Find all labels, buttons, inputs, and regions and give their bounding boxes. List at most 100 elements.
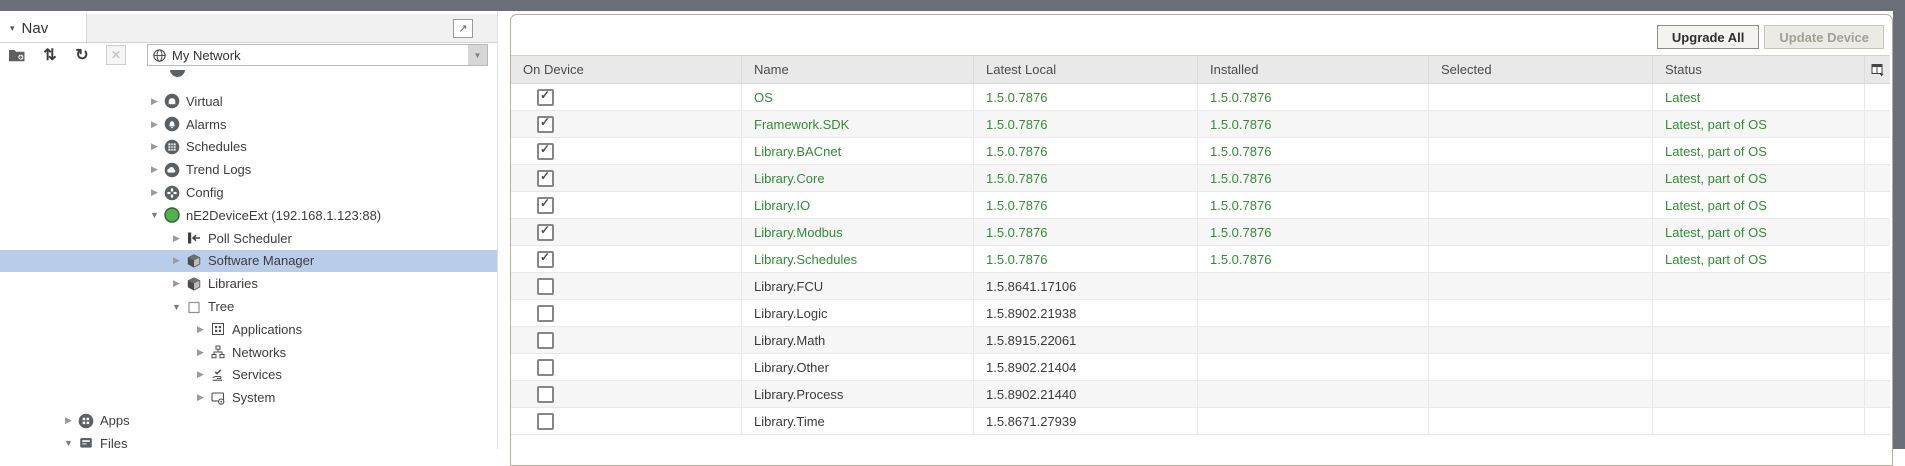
- on-device-checkbox[interactable]: [537, 413, 554, 430]
- chevron-down-icon[interactable]: ▼: [468, 45, 487, 65]
- table-row[interactable]: Library.Time1.5.8671.27939: [511, 408, 1890, 435]
- tree-item-libraries[interactable]: ▶ Libraries: [0, 272, 497, 295]
- tree-item-services[interactable]: ▶ Services: [0, 364, 497, 387]
- tree-item-label: nE2DeviceExt (192.168.1.123:88): [186, 208, 381, 223]
- tree-item-networks[interactable]: ▶Networks: [0, 341, 497, 364]
- sort-arrows-icon[interactable]: ⇅: [40, 45, 60, 65]
- tree-item-system[interactable]: ▶System: [0, 386, 497, 409]
- expand-arrow-icon[interactable]: ▶: [194, 369, 207, 380]
- column-header-status[interactable]: Status: [1653, 56, 1865, 83]
- selected-cell: [1429, 84, 1653, 110]
- table-row[interactable]: Library.Other1.5.8902.21404: [511, 354, 1890, 381]
- column-header-latest-local[interactable]: Latest Local: [974, 56, 1198, 83]
- on-device-checkbox[interactable]: [537, 89, 554, 106]
- expand-arrow-icon[interactable]: ▶: [62, 415, 75, 426]
- on-device-checkbox[interactable]: [537, 359, 554, 376]
- column-header-name[interactable]: Name: [742, 56, 974, 83]
- tree-item-label: Services: [232, 367, 282, 382]
- table-row[interactable]: Library.BACnet1.5.0.78761.5.0.7876Latest…: [511, 138, 1890, 165]
- collapse-arrow-icon[interactable]: ▼: [148, 210, 161, 220]
- tab-menu-caret-icon[interactable]: ▾: [10, 23, 15, 34]
- installed-cell: 1.5.0.7876: [1198, 246, 1429, 272]
- row-end-cell: [1865, 192, 1890, 218]
- on-device-cell: [511, 138, 742, 164]
- expand-arrow-icon[interactable]: ▶: [148, 187, 161, 198]
- tree-item-label: Libraries: [208, 276, 258, 291]
- on-device-checkbox[interactable]: [537, 332, 554, 349]
- expand-arrow-icon[interactable]: ▶: [194, 347, 207, 358]
- collapse-arrow-icon[interactable]: ▼: [62, 438, 75, 448]
- latest-local-cell: 1.5.0.7876: [974, 246, 1198, 272]
- on-device-checkbox[interactable]: [537, 386, 554, 403]
- table-row[interactable]: Library.Math1.5.8915.22061: [511, 327, 1890, 354]
- table-row[interactable]: Library.Schedules1.5.0.78761.5.0.7876Lat…: [511, 246, 1890, 273]
- table-row[interactable]: Framework.SDK1.5.0.78761.5.0.7876Latest,…: [511, 111, 1890, 138]
- on-device-checkbox[interactable]: [537, 278, 554, 295]
- on-device-checkbox[interactable]: [537, 116, 554, 133]
- column-chooser-icon[interactable]: [1865, 56, 1890, 83]
- table-row[interactable]: Library.FCU1.5.8641.17106: [511, 273, 1890, 300]
- on-device-checkbox[interactable]: [537, 251, 554, 268]
- status-cell: [1653, 354, 1865, 380]
- nav-tab-strip: ▾ Nav ↗: [0, 14, 497, 43]
- new-folder-icon[interactable]: [7, 45, 27, 65]
- tree-item-virtual[interactable]: ▶Virtual: [0, 90, 497, 113]
- table-row[interactable]: Library.IO1.5.0.78761.5.0.7876Latest, pa…: [511, 192, 1890, 219]
- table-row[interactable]: Library.Process1.5.8902.21440: [511, 381, 1890, 408]
- on-device-checkbox[interactable]: [537, 197, 554, 214]
- name-cell: Library.Modbus: [742, 219, 974, 245]
- column-header-on-device[interactable]: On Device: [511, 56, 742, 83]
- networks-icon: [210, 344, 226, 360]
- network-address-dropdown[interactable]: My Network ▼: [147, 44, 488, 66]
- tree-item-label: Software Manager: [208, 253, 314, 268]
- table-row[interactable]: Library.Logic1.5.8902.21938: [511, 300, 1890, 327]
- tree-item-files[interactable]: ▼Files: [0, 432, 497, 455]
- status-cell: Latest, part of OS: [1653, 165, 1865, 191]
- row-end-cell: [1865, 165, 1890, 191]
- software-table: On Device Name Latest Local Installed Se…: [511, 55, 1890, 435]
- tree-item-software-manager[interactable]: ▶ Software Manager: [0, 250, 497, 273]
- popout-panel-icon[interactable]: ↗: [453, 19, 473, 38]
- expand-arrow-icon[interactable]: ▶: [170, 255, 183, 266]
- table-row[interactable]: Library.Core1.5.0.78761.5.0.7876Latest, …: [511, 165, 1890, 192]
- expand-arrow-icon[interactable]: ▶: [148, 141, 161, 152]
- tree-item-config[interactable]: ▶Config: [0, 181, 497, 204]
- tree-item-ne2deviceext-192-168-1-123-88[interactable]: ▼ nE2DeviceExt (192.168.1.123:88): [0, 204, 497, 227]
- status-cell: [1653, 327, 1865, 353]
- expand-arrow-icon[interactable]: ▶: [170, 278, 183, 289]
- table-row[interactable]: OS1.5.0.78761.5.0.7876Latest: [511, 84, 1890, 111]
- tree-item-tree[interactable]: ▼Tree: [0, 295, 497, 318]
- on-device-checkbox[interactable]: [537, 170, 554, 187]
- collapse-arrow-icon[interactable]: ▼: [170, 302, 183, 312]
- tree-item-poll-scheduler[interactable]: ▶ Poll Scheduler: [0, 227, 497, 250]
- on-device-checkbox[interactable]: [537, 143, 554, 160]
- tree-item-trend-logs[interactable]: ▶Trend Logs: [0, 158, 497, 181]
- network-address-value: My Network: [172, 48, 241, 63]
- tree-item-label: Poll Scheduler: [208, 231, 292, 246]
- latest-local-cell: 1.5.8641.17106: [974, 273, 1198, 299]
- on-device-checkbox[interactable]: [537, 305, 554, 322]
- expand-arrow-icon[interactable]: ▶: [194, 324, 207, 335]
- tree-item-applications[interactable]: ▶ Applications: [0, 318, 497, 341]
- on-device-cell: [511, 273, 742, 299]
- nav-toolbar: ⇅ ↻ ✕ My Network ▼: [0, 44, 497, 68]
- tree-item-schedules[interactable]: ▶Schedules: [0, 136, 497, 159]
- expand-arrow-icon[interactable]: ▶: [148, 119, 161, 130]
- column-header-selected[interactable]: Selected: [1429, 56, 1653, 83]
- expand-arrow-icon[interactable]: ▶: [148, 96, 161, 107]
- tab-nav[interactable]: ▾ Nav: [0, 14, 87, 42]
- table-row[interactable]: Library.Modbus1.5.0.78761.5.0.7876Latest…: [511, 219, 1890, 246]
- expand-arrow-icon[interactable]: ▶: [148, 164, 161, 175]
- installed-cell: [1198, 381, 1429, 407]
- upgrade-all-button[interactable]: Upgrade All: [1657, 25, 1759, 49]
- column-header-installed[interactable]: Installed: [1198, 56, 1429, 83]
- tree-item-label: Applications: [232, 322, 302, 337]
- expand-arrow-icon[interactable]: ▶: [170, 233, 183, 244]
- on-device-checkbox[interactable]: [537, 224, 554, 241]
- name-cell: OS: [742, 84, 974, 110]
- update-device-button[interactable]: Update Device: [1764, 25, 1884, 49]
- refresh-icon[interactable]: ↻: [72, 45, 92, 65]
- tree-item-apps[interactable]: ▶Apps: [0, 409, 497, 432]
- tree-item-alarms[interactable]: ▶Alarms: [0, 113, 497, 136]
- expand-arrow-icon[interactable]: ▶: [194, 392, 207, 403]
